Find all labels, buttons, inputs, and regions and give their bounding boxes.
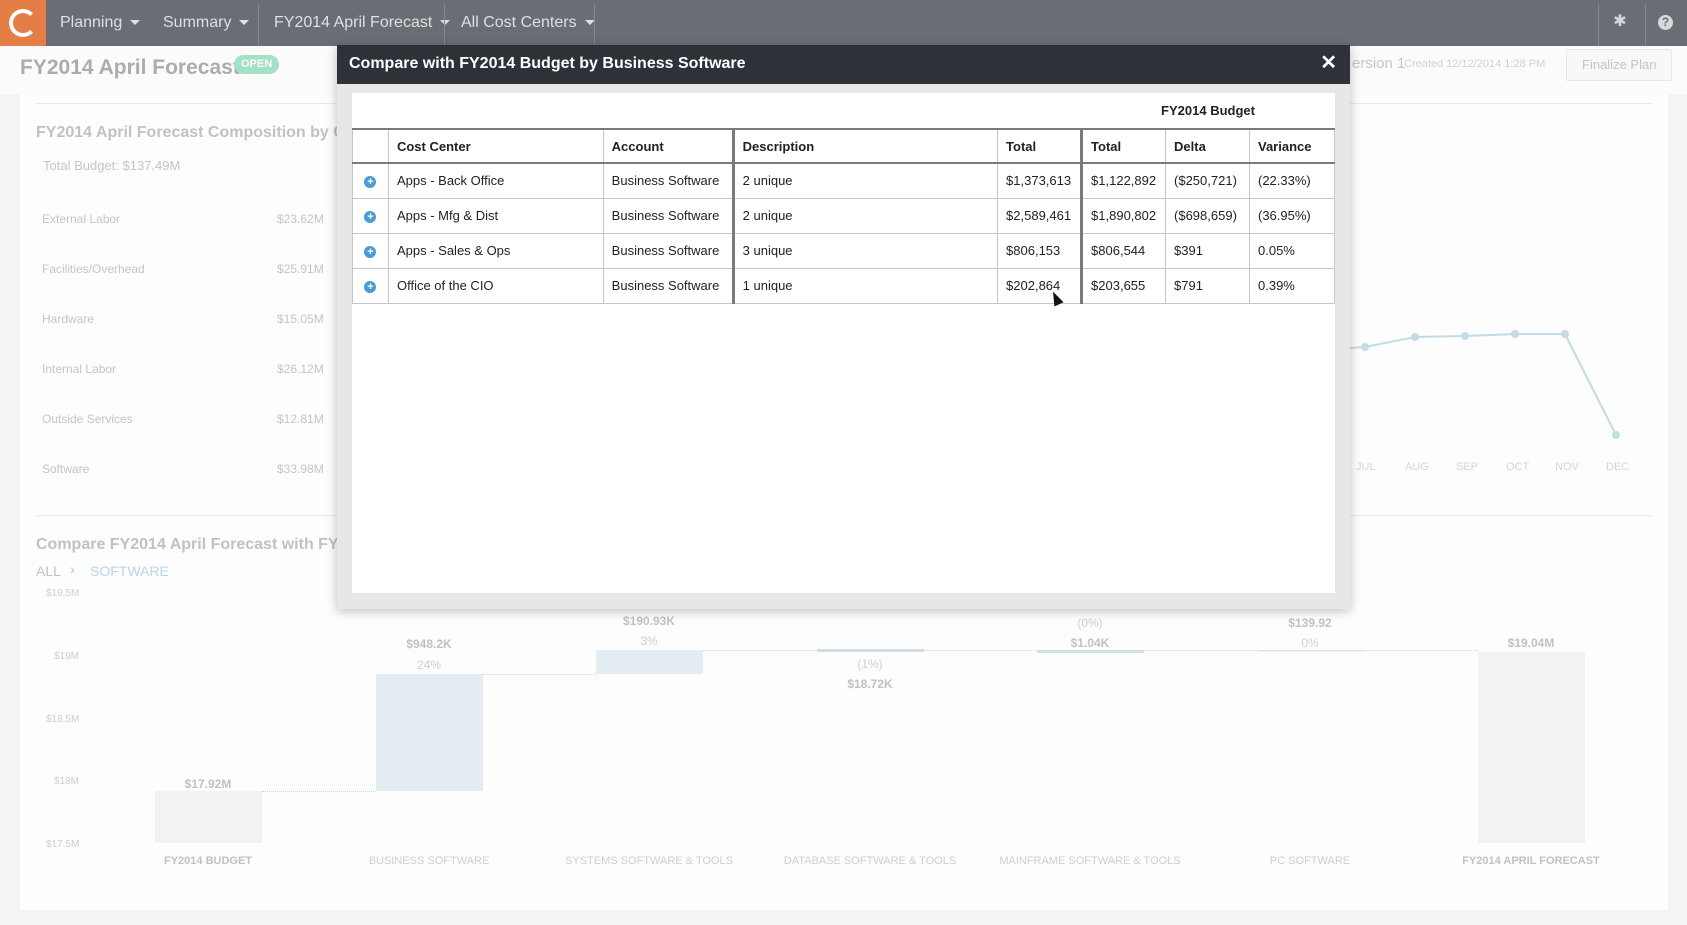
comparison-table: FY2014 Budget Cost Center Account Descri… [352, 93, 1335, 304]
cost-center-cell: Apps - Back Office [387, 162, 604, 199]
variance-cell: 0.39% [1249, 267, 1335, 304]
total-cell: $2,589,461 [997, 197, 1083, 234]
column-header-description[interactable]: Description [731, 128, 999, 164]
plus-circle-icon: + [364, 211, 377, 223]
modal-header: Compare with FY2014 Budget by Business S… [337, 45, 1350, 84]
plus-circle-icon: + [364, 176, 377, 189]
variance-cell: (36.95%) [1249, 197, 1335, 234]
table-group-header-row: FY2014 Budget [352, 93, 1335, 130]
cost-center-cell: Apps - Mfg & Dist [387, 197, 604, 234]
column-header-total[interactable]: Total [997, 128, 1083, 164]
expand-row-button[interactable]: + [352, 267, 389, 304]
account-cell: Business Software [602, 232, 734, 269]
column-header-cost-center[interactable]: Cost Center [387, 128, 604, 164]
column-header-variance[interactable]: Variance [1249, 128, 1335, 164]
total-cell: $202,864 [997, 267, 1083, 304]
description-cell: 1 unique [731, 267, 999, 304]
budget-total-cell: $1,890,802 [1080, 197, 1167, 234]
table-row: + Apps - Mfg & Dist Business Software 2 … [352, 197, 1335, 234]
modal-body: FY2014 Budget Cost Center Account Descri… [352, 93, 1335, 593]
expand-row-button[interactable]: + [352, 162, 389, 199]
delta-cell: $791 [1165, 267, 1250, 304]
column-header-account[interactable]: Account [602, 128, 734, 164]
description-cell: 2 unique [731, 162, 999, 199]
variance-cell: (22.33%) [1249, 162, 1335, 199]
expand-column-header [352, 128, 389, 164]
total-cell: $806,153 [997, 232, 1083, 269]
table-row: + Office of the CIO Business Software 1 … [352, 267, 1335, 304]
budget-total-cell: $806,544 [1080, 232, 1167, 269]
description-cell: 2 unique [731, 197, 999, 234]
budget-total-cell: $1,122,892 [1080, 162, 1167, 199]
account-cell: Business Software [602, 267, 734, 304]
plus-circle-icon: + [364, 246, 377, 258]
table-row: + Apps - Back Office Business Software 2… [352, 162, 1335, 199]
cost-center-cell: Apps - Sales & Ops [387, 232, 604, 269]
compare-modal: Compare with FY2014 Budget by Business S… [337, 45, 1350, 609]
modal-title: Compare with FY2014 Budget by Business S… [349, 55, 746, 72]
expand-row-button[interactable]: + [352, 197, 389, 234]
column-header-delta[interactable]: Delta [1165, 128, 1250, 164]
description-cell: 3 unique [731, 232, 999, 269]
cost-center-cell: Office of the CIO [387, 267, 604, 304]
account-cell: Business Software [602, 162, 734, 199]
delta-cell: ($698,659) [1165, 197, 1250, 234]
variance-cell: 0.05% [1249, 232, 1335, 269]
plus-circle-icon: + [364, 281, 377, 293]
budget-group-header: FY2014 Budget [1081, 93, 1335, 130]
table-row: + Apps - Sales & Ops Business Software 3… [352, 232, 1335, 269]
table-header-row: Cost Center Account Description Total To… [352, 128, 1335, 164]
delta-cell: ($250,721) [1165, 162, 1250, 199]
budget-total-cell: $203,655 [1080, 267, 1167, 304]
expand-row-button[interactable]: + [352, 232, 389, 269]
close-icon[interactable]: ✕ [1320, 53, 1337, 73]
total-cell: $1,373,613 [997, 162, 1083, 199]
empty-group-header [352, 93, 1082, 130]
account-cell: Business Software [602, 197, 734, 234]
delta-cell: $391 [1165, 232, 1250, 269]
column-header-budget-total[interactable]: Total [1080, 128, 1167, 164]
